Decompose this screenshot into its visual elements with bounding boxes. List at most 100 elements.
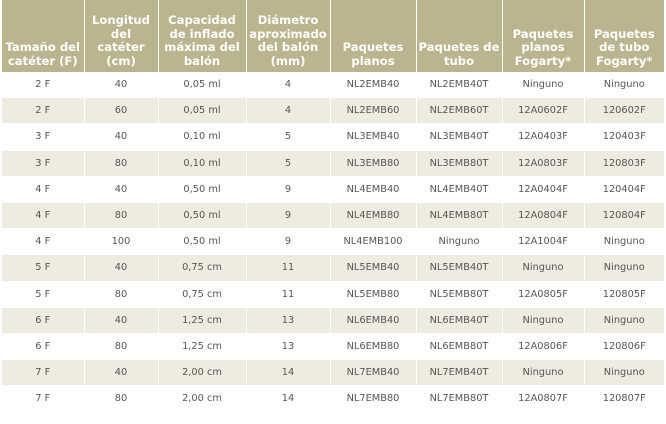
cell-length: 80 bbox=[84, 281, 159, 308]
cell-tube-fogarty: 120804F bbox=[584, 202, 664, 230]
cell-inflation: 0,10 ml bbox=[158, 150, 247, 177]
cell-tube-fogarty: Ninguno bbox=[584, 228, 664, 256]
cell-inflation: 0,05 ml bbox=[158, 97, 247, 125]
cell-flat-fogarty: 12A0807F bbox=[502, 385, 585, 413]
table-row: 3 F 80 0,10 ml 5 NL3EMB80 NL3EMB80T 12A0… bbox=[2, 150, 664, 177]
cell-flat-pack: NL2EMB60 bbox=[330, 97, 417, 125]
cell-diameter: 11 bbox=[246, 254, 331, 282]
cell-inflation: 0,10 ml bbox=[158, 123, 247, 151]
cell-diameter: 5 bbox=[246, 150, 331, 177]
cell-flat-pack: NL6EMB40 bbox=[330, 307, 417, 334]
cell-inflation: 0,50 ml bbox=[158, 202, 247, 230]
cell-inflation: 0,75 cm bbox=[158, 281, 247, 308]
cell-flat-pack: NL5EMB80 bbox=[330, 281, 417, 308]
cell-flat-fogarty: 12A1004F bbox=[502, 228, 585, 256]
table-row: 4 F 40 0,50 ml 9 NL4EMB40 NL4EMB40T 12A0… bbox=[2, 176, 664, 203]
cell-diameter: 13 bbox=[246, 333, 331, 361]
cell-size: 4 F bbox=[2, 176, 85, 203]
cell-tube-pack: NL3EMB80T bbox=[416, 150, 503, 177]
cell-flat-fogarty: 12A0804F bbox=[502, 202, 585, 230]
table-row: 5 F 80 0,75 cm 11 NL5EMB80 NL5EMB80T 12A… bbox=[2, 281, 664, 308]
cell-size: 2 F bbox=[2, 97, 85, 125]
cell-tube-pack: NL4EMB80T bbox=[416, 202, 503, 230]
cell-diameter: 4 bbox=[246, 97, 331, 125]
cell-tube-pack: NL2EMB40T bbox=[416, 72, 503, 99]
cell-flat-fogarty: Ninguno bbox=[502, 359, 585, 387]
header-catheter-size: Tamaño del catéter (F) bbox=[2, 0, 85, 72]
cell-diameter: 4 bbox=[246, 72, 331, 99]
header-tube-packs: Paquetes de tubo bbox=[416, 0, 503, 72]
cell-length: 40 bbox=[84, 176, 159, 203]
cell-inflation: 1,25 cm bbox=[158, 333, 247, 361]
cell-tube-pack: NL7EMB80T bbox=[416, 385, 503, 413]
table-row: 6 F 80 1,25 cm 13 NL6EMB80 NL6EMB80T 12A… bbox=[2, 333, 664, 361]
table-row: 6 F 40 1,25 cm 13 NL6EMB40 NL6EMB40T Nin… bbox=[2, 307, 664, 334]
catheter-spec-table: Tamaño del catéter (F) Longitud del caté… bbox=[2, 0, 664, 413]
cell-flat-pack: NL3EMB40 bbox=[330, 123, 417, 151]
cell-tube-fogarty: 120602F bbox=[584, 97, 664, 125]
cell-size: 6 F bbox=[2, 307, 85, 334]
table-row: 4 F 80 0,50 ml 9 NL4EMB80 NL4EMB80T 12A0… bbox=[2, 202, 664, 230]
cell-flat-fogarty: 12A0805F bbox=[502, 281, 585, 308]
cell-tube-fogarty: Ninguno bbox=[584, 307, 664, 334]
header-flat-packs: Paquetes planos bbox=[330, 0, 417, 72]
cell-diameter: 9 bbox=[246, 176, 331, 203]
cell-length: 40 bbox=[84, 359, 159, 387]
cell-flat-pack: NL3EMB80 bbox=[330, 150, 417, 177]
cell-tube-fogarty: 120803F bbox=[584, 150, 664, 177]
cell-size: 4 F bbox=[2, 228, 85, 256]
cell-size: 3 F bbox=[2, 150, 85, 177]
cell-tube-pack: Ninguno bbox=[416, 228, 503, 256]
header-flat-packs-fogarty: Paquetes planos Fogarty* bbox=[502, 0, 585, 72]
cell-length: 80 bbox=[84, 385, 159, 413]
cell-flat-fogarty: Ninguno bbox=[502, 254, 585, 282]
cell-tube-fogarty: 120404F bbox=[584, 176, 664, 203]
cell-flat-fogarty: 12A0806F bbox=[502, 333, 585, 361]
cell-length: 80 bbox=[84, 150, 159, 177]
cell-diameter: 13 bbox=[246, 307, 331, 334]
table-row: 7 F 40 2,00 cm 14 NL7EMB40 NL7EMB40T Nin… bbox=[2, 359, 664, 387]
cell-tube-fogarty: 120805F bbox=[584, 281, 664, 308]
cell-diameter: 9 bbox=[246, 228, 331, 256]
table-row: 7 F 80 2,00 cm 14 NL7EMB80 NL7EMB80T 12A… bbox=[2, 385, 664, 413]
header-max-inflation: Capacidad de inflado máxima del balón bbox=[158, 0, 247, 72]
cell-tube-pack: NL3EMB40T bbox=[416, 123, 503, 151]
cell-size: 7 F bbox=[2, 385, 85, 413]
cell-inflation: 0,75 cm bbox=[158, 254, 247, 282]
table-row: 2 F 40 0,05 ml 4 NL2EMB40 NL2EMB40T Ning… bbox=[2, 72, 664, 99]
cell-tube-fogarty: Ninguno bbox=[584, 254, 664, 282]
cell-length: 40 bbox=[84, 72, 159, 99]
cell-diameter: 5 bbox=[246, 123, 331, 151]
cell-size: 3 F bbox=[2, 123, 85, 151]
table-header-row: Tamaño del catéter (F) Longitud del caté… bbox=[2, 0, 664, 72]
cell-flat-pack: NL4EMB40 bbox=[330, 176, 417, 203]
cell-diameter: 14 bbox=[246, 385, 331, 413]
cell-diameter: 11 bbox=[246, 281, 331, 308]
cell-flat-fogarty: Ninguno bbox=[502, 307, 585, 334]
cell-length: 60 bbox=[84, 97, 159, 125]
cell-tube-pack: NL2EMB60T bbox=[416, 97, 503, 125]
cell-flat-fogarty: 12A0403F bbox=[502, 123, 585, 151]
cell-inflation: 0,50 ml bbox=[158, 176, 247, 203]
cell-tube-pack: NL6EMB40T bbox=[416, 307, 503, 334]
cell-flat-pack: NL4EMB80 bbox=[330, 202, 417, 230]
cell-diameter: 14 bbox=[246, 359, 331, 387]
cell-size: 4 F bbox=[2, 202, 85, 230]
cell-flat-pack: NL7EMB40 bbox=[330, 359, 417, 387]
cell-length: 40 bbox=[84, 254, 159, 282]
cell-tube-fogarty: Ninguno bbox=[584, 72, 664, 99]
cell-length: 40 bbox=[84, 307, 159, 334]
cell-size: 6 F bbox=[2, 333, 85, 361]
cell-length: 80 bbox=[84, 202, 159, 230]
cell-flat-pack: NL5EMB40 bbox=[330, 254, 417, 282]
cell-inflation: 0,50 ml bbox=[158, 228, 247, 256]
cell-length: 40 bbox=[84, 123, 159, 151]
cell-tube-pack: NL6EMB80T bbox=[416, 333, 503, 361]
cell-inflation: 1,25 cm bbox=[158, 307, 247, 334]
cell-size: 2 F bbox=[2, 72, 85, 99]
cell-flat-fogarty: 12A0602F bbox=[502, 97, 585, 125]
table-body: 2 F 40 0,05 ml 4 NL2EMB40 NL2EMB40T Ning… bbox=[2, 72, 664, 413]
cell-flat-fogarty: Ninguno bbox=[502, 72, 585, 99]
cell-length: 80 bbox=[84, 333, 159, 361]
table-row: 2 F 60 0,05 ml 4 NL2EMB60 NL2EMB60T 12A0… bbox=[2, 97, 664, 125]
